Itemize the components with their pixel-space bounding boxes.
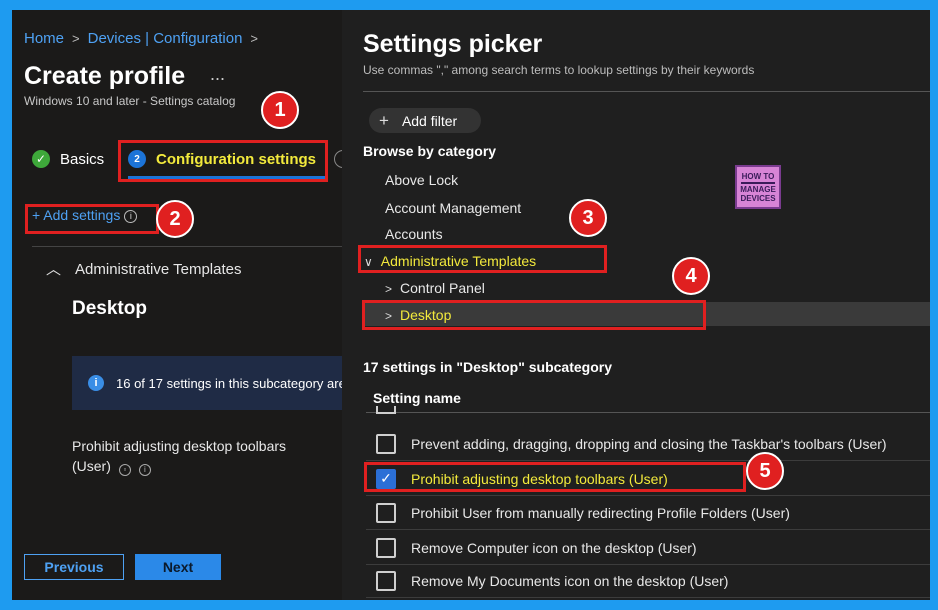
setting-scope: (User) (72, 458, 111, 474)
category-above-lock[interactable]: Above Lock (385, 172, 458, 188)
setting-name: Prohibit adjusting desktop toolbars (72, 438, 287, 454)
highlight-box-configuration-settings (118, 140, 328, 182)
setting-label: Prohibit User from manually redirecting … (411, 504, 790, 521)
setting-label: Remove My Documents icon on the desktop … (411, 572, 729, 589)
search-input[interactable] (363, 91, 930, 92)
annotation-badge-1: 1 (261, 91, 299, 129)
divider (366, 412, 930, 413)
setting-row[interactable]: Remove My Documents icon on the desktop … (366, 564, 930, 598)
breadcrumb: Home > Devices | Configuration > (24, 30, 266, 47)
setting-item: Prohibit adjusting desktop toolbars (Use… (72, 436, 322, 476)
chevron-right-icon: > (250, 31, 259, 46)
checkbox[interactable] (376, 433, 396, 454)
info-banner-text: 16 of 17 settings in this subcategory ar… (116, 375, 342, 391)
info-banner: i 16 of 17 settings in this subcategory … (72, 356, 342, 410)
setting-label: Prevent adding, dragging, dropping and c… (411, 435, 887, 452)
category-accounts[interactable]: Accounts (385, 226, 443, 242)
copy-icon[interactable]: ▫ (118, 464, 131, 476)
group-administrative-templates[interactable]: ︿ Administrative Templates (46, 258, 241, 279)
more-options-icon[interactable]: ... (210, 64, 225, 85)
chevron-right-icon: > (72, 31, 80, 46)
logo-text: HOW TO (741, 171, 775, 181)
checkbox[interactable] (376, 406, 396, 414)
highlight-box-desktop (362, 300, 706, 330)
step-basics[interactable]: ✓ Basics (32, 150, 104, 168)
browse-by-category-heading: Browse by category (363, 143, 497, 159)
info-icon: i (88, 375, 104, 391)
next-button[interactable]: Next (135, 554, 221, 580)
plus-icon: + (379, 110, 389, 130)
setting-row[interactable]: Remove Computer icon on the desktop (Use… (366, 531, 930, 565)
breadcrumb-devices-configuration[interactable]: Devices | Configuration (88, 30, 243, 47)
checkbox[interactable] (376, 537, 396, 558)
logo-text: DEVICES (740, 193, 776, 203)
chevron-right-icon: > (385, 282, 393, 296)
subcategory-control-panel[interactable]: > Control Panel (385, 280, 485, 296)
add-filter-button[interactable]: + Add filter (369, 108, 481, 133)
page-title: Create profile (24, 62, 186, 90)
logo-divider (741, 181, 775, 184)
add-filter-label: Add filter (401, 112, 458, 129)
chevron-up-icon: ︿ (46, 261, 62, 278)
subcategory-heading: Desktop (72, 298, 147, 319)
category-account-management[interactable]: Account Management (385, 200, 521, 216)
how-to-manage-devices-logo: HOW TO MANAGE DEVICES (735, 165, 781, 209)
annotation-badge-2: 2 (156, 200, 194, 238)
previous-button[interactable]: Previous (24, 554, 124, 580)
annotation-badge-3: 3 (569, 199, 607, 237)
picker-help-text: Use commas "," among search terms to loo… (363, 63, 755, 77)
divider (32, 246, 342, 247)
step-basics-label: Basics (60, 150, 105, 168)
column-header-setting-name[interactable]: Setting name (373, 390, 461, 406)
annotation-badge-4: 4 (672, 257, 710, 295)
subcategory-label: Control Panel (400, 280, 485, 296)
highlight-box-add-settings (25, 204, 159, 234)
checkbox[interactable] (376, 502, 396, 523)
logo-text: MANAGE (740, 184, 776, 194)
info-icon[interactable]: i (138, 464, 151, 476)
checkmark-icon: ✓ (32, 150, 50, 168)
page-subtitle: Windows 10 and later - Settings catalog (24, 94, 236, 108)
settings-count-heading: 17 settings in "Desktop" subcategory (363, 359, 613, 375)
breadcrumb-home[interactable]: Home (24, 30, 64, 47)
setting-row[interactable]: Prohibit User from manually redirecting … (366, 496, 930, 530)
highlight-box-prohibit-toolbars (364, 462, 746, 492)
checkbox[interactable] (376, 570, 396, 591)
picker-title: Settings picker (363, 30, 543, 58)
highlight-box-administrative-templates (358, 245, 607, 273)
setting-row[interactable]: Prevent adding, dragging, dropping and c… (366, 427, 930, 461)
annotation-badge-5: 5 (746, 452, 784, 490)
group-label: Administrative Templates (75, 261, 242, 278)
setting-label: Remove Computer icon on the desktop (Use… (411, 539, 697, 556)
